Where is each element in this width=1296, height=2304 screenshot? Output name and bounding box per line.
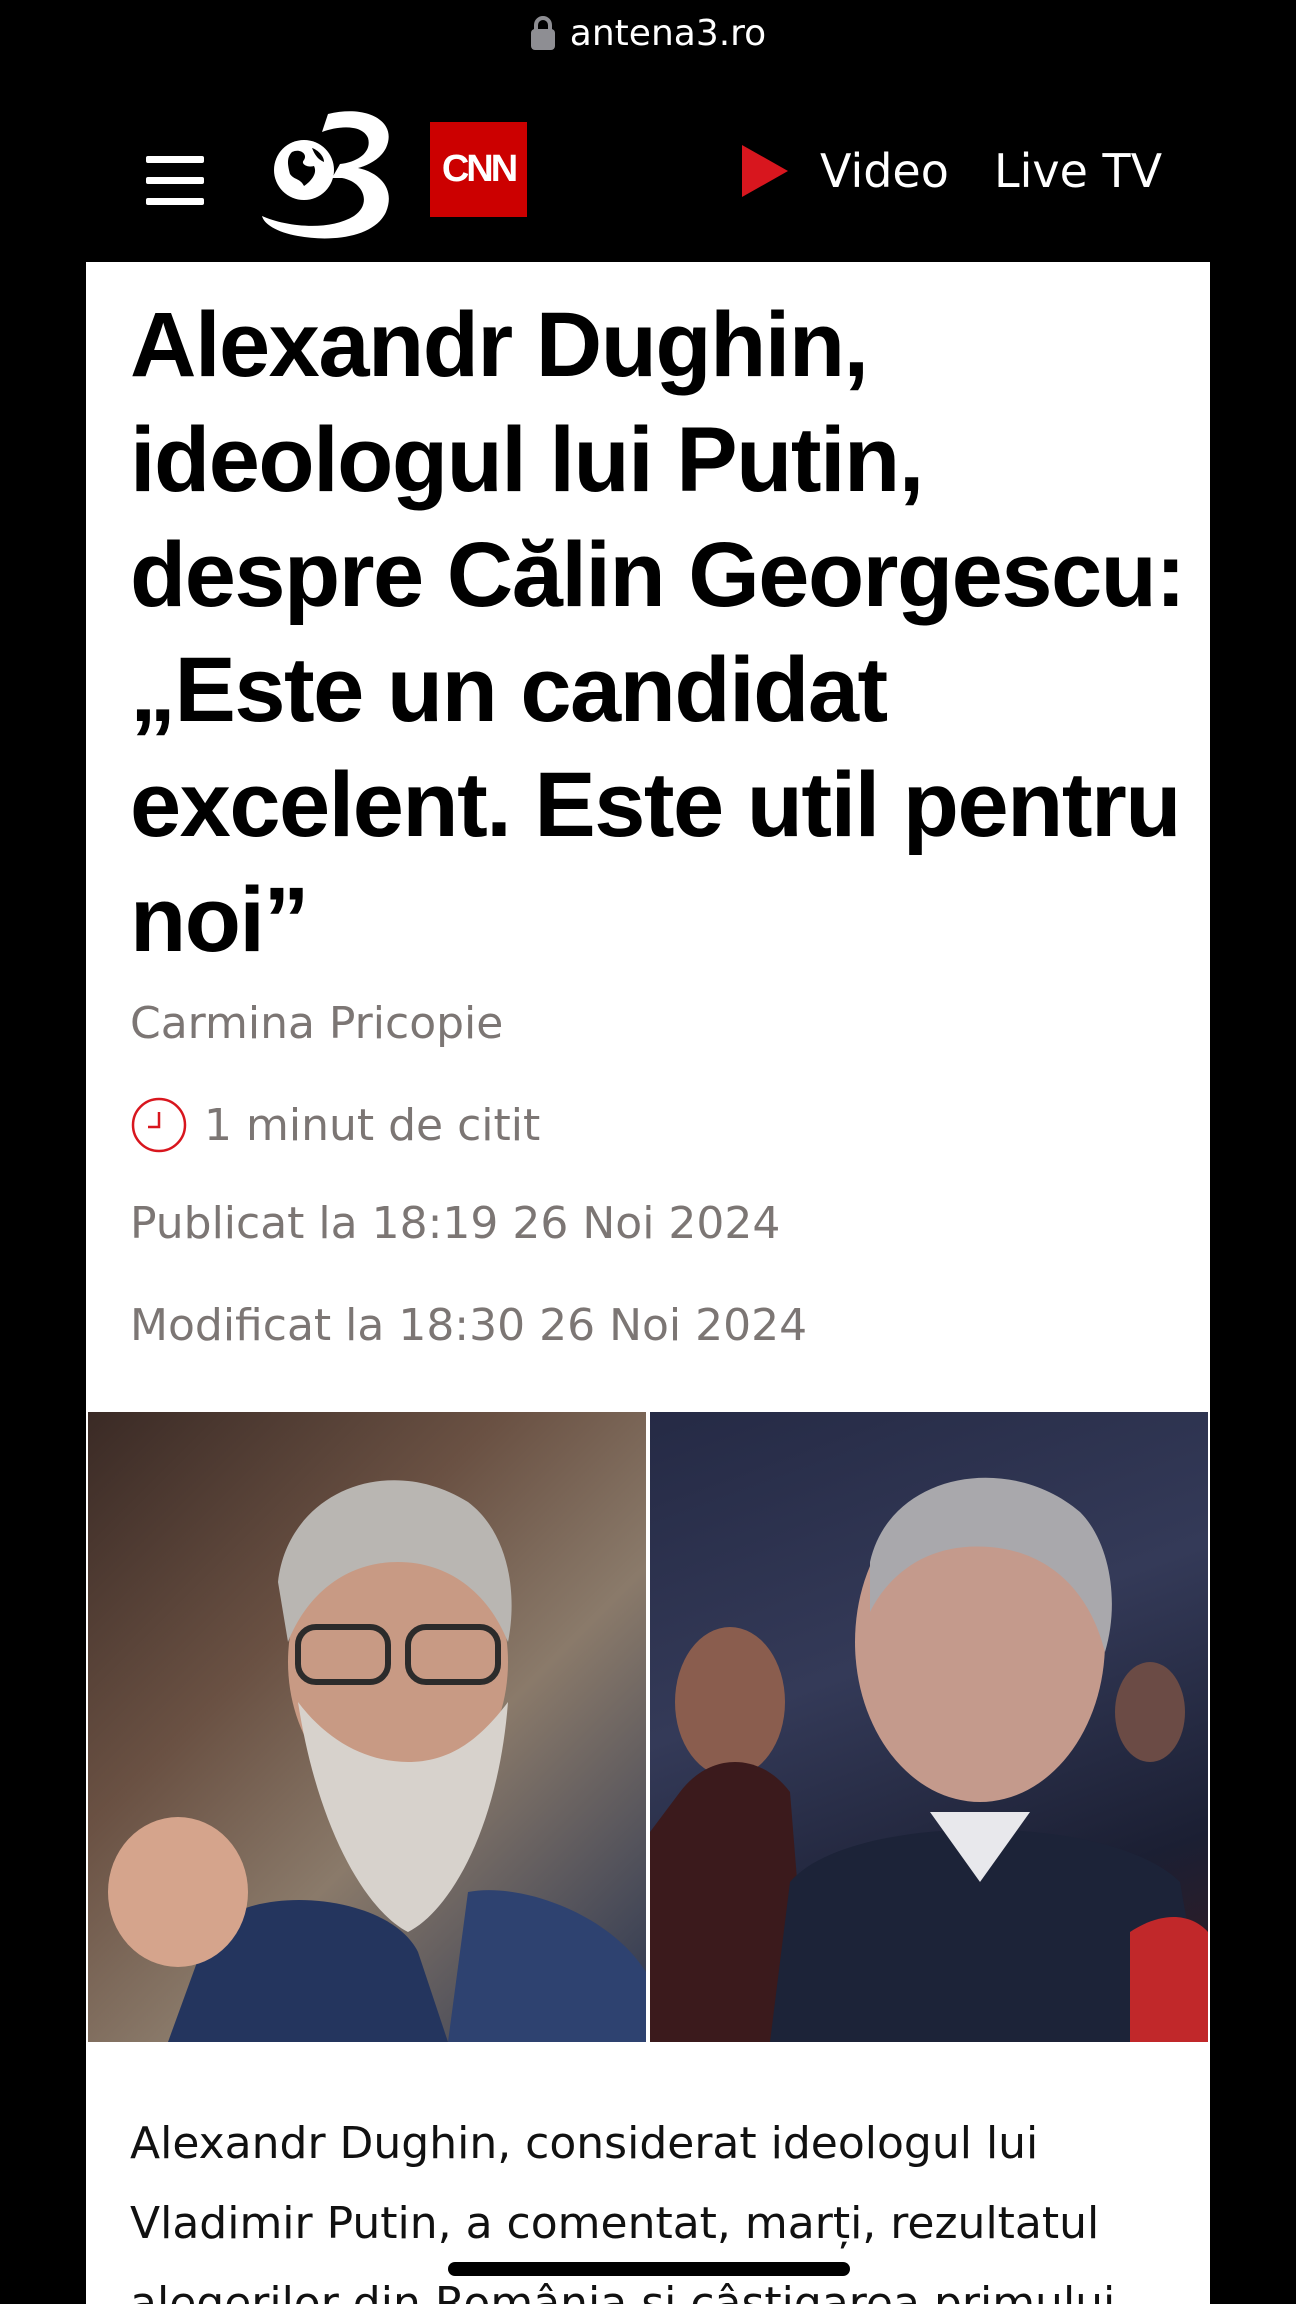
clock-icon — [131, 1097, 187, 1153]
antena3-logo[interactable] — [258, 108, 418, 240]
url-bar[interactable]: antena3.ro — [0, 0, 1296, 66]
article-author[interactable]: Carmina Pricopie — [130, 998, 503, 1049]
nav-live-tv-link[interactable]: Live TV — [994, 144, 1162, 198]
home-indicator[interactable] — [448, 2262, 850, 2276]
nav-video-link[interactable]: Video — [742, 144, 949, 198]
cnn-logo[interactable]: CNN — [430, 122, 527, 217]
published-date: Publicat la 18:19 26 Noi 2024 — [130, 1198, 781, 1249]
read-time-label: 1 minut de citit — [204, 1099, 541, 1151]
article-card: Alexandr Dughin, ideologul lui Putin, de… — [86, 262, 1210, 2304]
hero-image[interactable] — [88, 1412, 1208, 2042]
url-text: antena3.ro — [569, 12, 767, 54]
article-headline: Alexandr Dughin, ideologul lui Putin, de… — [130, 294, 1186, 971]
hero-photo-right — [650, 1412, 1208, 2042]
nav-video-label: Video — [820, 144, 949, 198]
play-icon — [742, 145, 788, 197]
modified-date: Modificat la 18:30 26 Noi 2024 — [130, 1300, 808, 1351]
read-time: 1 minut de citit — [130, 1096, 540, 1154]
menu-icon[interactable] — [146, 156, 204, 206]
hero-photo-left — [88, 1412, 646, 2042]
lock-icon — [530, 16, 555, 50]
browser-screen: antena3.ro CNN Video Live TV Alexandr Du… — [0, 0, 1296, 2304]
site-header: CNN Video Live TV — [0, 100, 1296, 250]
